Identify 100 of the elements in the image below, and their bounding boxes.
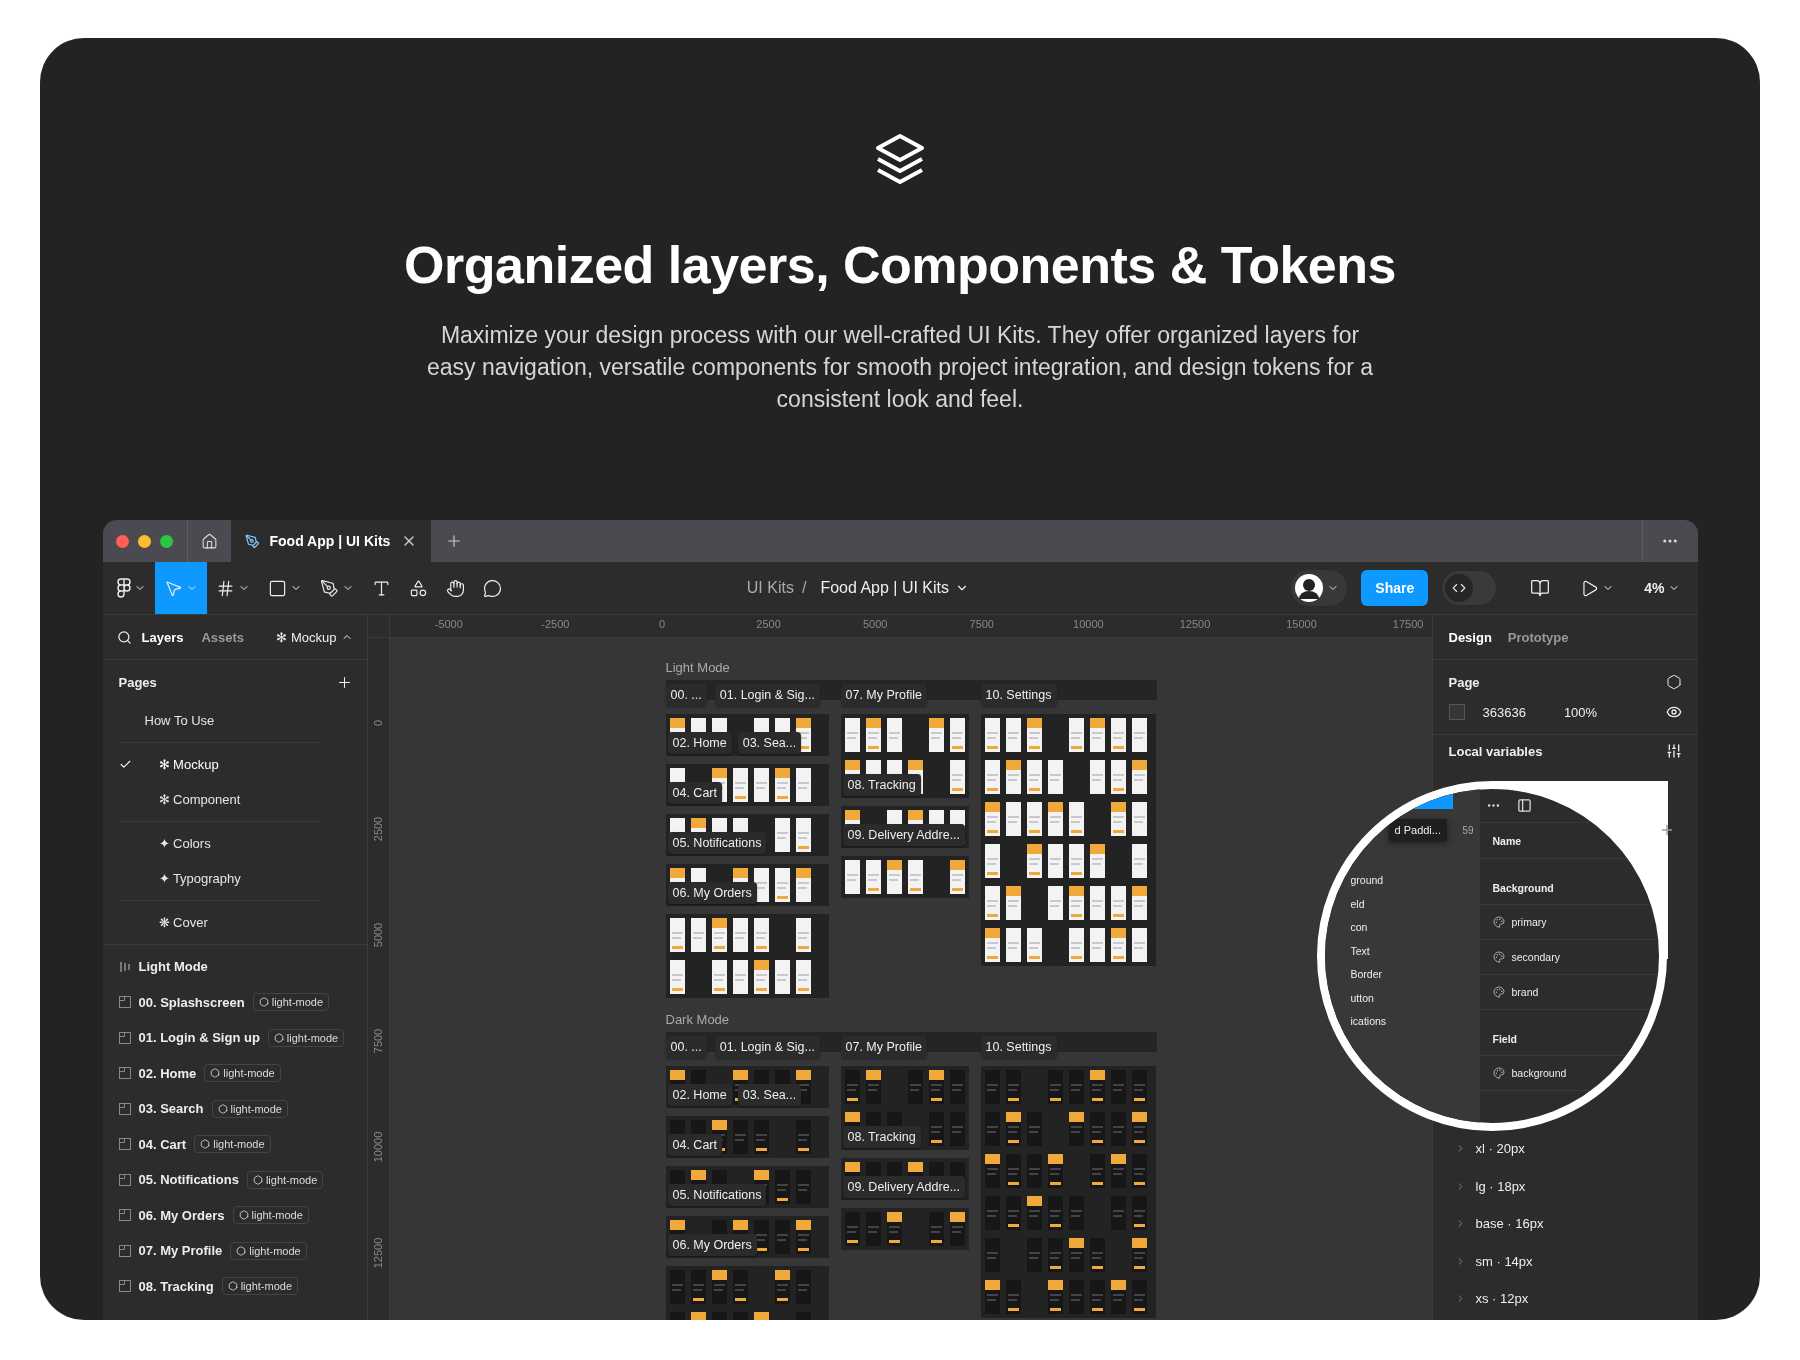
page-item[interactable]: ✻ Mockup — [118, 747, 321, 782]
ruler-label: 12500 — [372, 1237, 384, 1269]
frame-label[interactable]: 05. Notifications — [667, 832, 767, 854]
frame-panel[interactable]: 02. Home 03. Sea... — [665, 714, 829, 756]
frame-label[interactable]: 03. Sea... — [737, 1084, 802, 1106]
layer-name[interactable]: 02. Home — [138, 1065, 197, 1081]
ruler-label: 15000 — [1285, 617, 1318, 632]
variable-name[interactable]: background — [1511, 1067, 1567, 1079]
layer-name[interactable]: Light Mode — [138, 959, 208, 975]
ruler-label: -2500 — [540, 617, 571, 632]
collection-item[interactable]: con — [1350, 921, 1480, 933]
page-item[interactable]: ✦ Typography — [118, 861, 321, 896]
layer-name[interactable]: 03. Search — [138, 1101, 204, 1117]
section-title: Dark Mode — [665, 1012, 730, 1027]
collection-item[interactable]: ications — [1350, 1015, 1480, 1027]
frame-panel[interactable]: 09. Delivery Addre... — [840, 806, 969, 848]
page-item[interactable]: ❋ Cover — [118, 905, 321, 940]
collection-item[interactable]: utton — [1350, 991, 1480, 1004]
opacity-value[interactable]: 100% — [1563, 704, 1598, 720]
pages-title: Pages — [118, 675, 157, 690]
tag-label: light-mode — [271, 996, 324, 1009]
file-tab[interactable]: Food App | UI Kits — [230, 520, 431, 562]
project-name[interactable]: UI Kits — [746, 579, 794, 597]
text-style[interactable]: xs · 12px — [1475, 1291, 1529, 1307]
frame-label[interactable]: 06. My Orders — [667, 882, 757, 904]
ruler-label: 10000 — [372, 1131, 384, 1163]
frame-label[interactable]: 10. Settings — [980, 684, 1057, 706]
frame-label[interactable]: 04. Cart — [667, 782, 722, 804]
page-item[interactable]: ✻ Component — [118, 782, 321, 817]
group-title: Field — [1479, 1010, 1659, 1056]
frame-label[interactable]: 01. Login & Sig... — [714, 1036, 820, 1058]
section-title: Local variables — [1448, 743, 1543, 759]
tag-label: light-mode — [265, 1173, 318, 1186]
frame-panel[interactable]: 08. Tracking — [840, 1066, 969, 1150]
frame-panel[interactable]: 06. My Orders — [665, 1216, 829, 1258]
layer-name[interactable]: 00. Splashscreen — [138, 994, 245, 1010]
frame-label[interactable]: 09. Delivery Addre... — [842, 1176, 966, 1198]
panel-tab[interactable]: Assets — [201, 629, 245, 645]
panel-tab[interactable]: Design — [1448, 629, 1492, 645]
panel-tab[interactable]: Layers — [141, 629, 184, 645]
collection-item[interactable]: ground — [1350, 874, 1480, 886]
page-menu[interactable]: ✻ Mockup — [276, 629, 353, 645]
frame-label[interactable]: 02. Home — [667, 732, 732, 754]
layer-name[interactable]: 05. Notifications — [138, 1172, 239, 1188]
frame-panel[interactable]: 04. Cart — [665, 764, 829, 806]
text-style[interactable]: lg · 18px — [1475, 1178, 1526, 1194]
page-item[interactable]: ✦ Colors — [118, 826, 321, 861]
layer-name[interactable]: 08. Tracking — [138, 1278, 214, 1294]
frame-label[interactable]: 00. ... — [665, 1036, 707, 1058]
ruler-label: 12500 — [1178, 617, 1212, 632]
collection-item[interactable]: Text — [1350, 944, 1480, 957]
page-item[interactable]: How To Use — [118, 703, 321, 738]
frame-panel[interactable]: 02. Home 03. Sea... — [665, 1066, 829, 1108]
headline: Organized layers, Components & Tokens — [404, 235, 1396, 295]
ruler-label: 2500 — [755, 617, 782, 632]
ruler-label: 7500 — [968, 617, 995, 632]
layer-name[interactable]: 07. My Profile — [138, 1243, 223, 1259]
frame-label[interactable]: 03. Sea... — [737, 732, 802, 754]
tooltip: d Paddi... — [1388, 819, 1447, 841]
collection-item[interactable]: eld — [1350, 897, 1480, 910]
text-style[interactable]: base · 16px — [1475, 1216, 1544, 1232]
frame-panel[interactable]: 09. Delivery Addre... — [840, 1158, 969, 1200]
frame-panel[interactable]: 04. Cart — [665, 1116, 829, 1158]
frame-panel[interactable]: 06. My Orders — [665, 864, 829, 906]
text-style[interactable]: xl · 20px — [1475, 1141, 1525, 1157]
variable-name[interactable]: brand — [1511, 986, 1539, 998]
text-style[interactable]: sm · 14px — [1475, 1253, 1533, 1269]
frame-label[interactable]: 05. Notifications — [667, 1184, 767, 1206]
frame-label[interactable]: 08. Tracking — [842, 774, 921, 796]
frame-label[interactable]: 02. Home — [667, 1084, 732, 1106]
ruler-label: -5000 — [433, 617, 464, 632]
frame-label[interactable]: 09. Delivery Addre... — [842, 824, 966, 846]
variable-count: 59 — [1462, 825, 1474, 836]
frame-panel[interactable]: 05. Notifications — [665, 814, 829, 856]
variable-name[interactable]: primary — [1511, 916, 1547, 928]
panel-tab[interactable]: Prototype — [1507, 629, 1569, 645]
zoom-menu[interactable]: 4% — [1640, 576, 1684, 600]
frame-label[interactable]: 07. My Profile — [840, 684, 927, 706]
frame-label[interactable]: 04. Cart — [667, 1134, 722, 1156]
ruler-label: 2500 — [372, 816, 384, 842]
frame-label[interactable]: 10. Settings — [980, 1036, 1057, 1058]
layer-name[interactable]: 04. Cart — [138, 1136, 187, 1152]
frame-panel[interactable]: 08. Tracking — [840, 714, 969, 798]
tag-label: light-mode — [249, 1244, 301, 1257]
layer-name[interactable]: 06. My Orders — [138, 1207, 225, 1223]
frame-label[interactable]: 01. Login & Sig... — [714, 684, 820, 706]
collection-item[interactable]: Border — [1350, 968, 1480, 980]
variable-name[interactable]: secondary — [1511, 951, 1560, 963]
color-value[interactable]: 363636 — [1482, 704, 1526, 720]
frame-label[interactable]: 08. Tracking — [842, 1126, 921, 1148]
file-name[interactable]: Food App | UI Kits — [814, 578, 976, 598]
separator: / — [801, 579, 807, 597]
frame-label[interactable]: 00. ... — [665, 684, 707, 706]
tag-label: light-mode — [213, 1138, 265, 1151]
frame-label[interactable]: 06. My Orders — [667, 1234, 757, 1256]
layer-name[interactable]: 01. Login & Sign up — [138, 1030, 260, 1046]
frame-label[interactable]: 07. My Profile — [840, 1036, 927, 1058]
ruler-label: 0 — [372, 719, 384, 727]
ruler-label: 17500 — [1391, 617, 1425, 632]
frame-panel[interactable]: 05. Notifications — [665, 1166, 829, 1208]
